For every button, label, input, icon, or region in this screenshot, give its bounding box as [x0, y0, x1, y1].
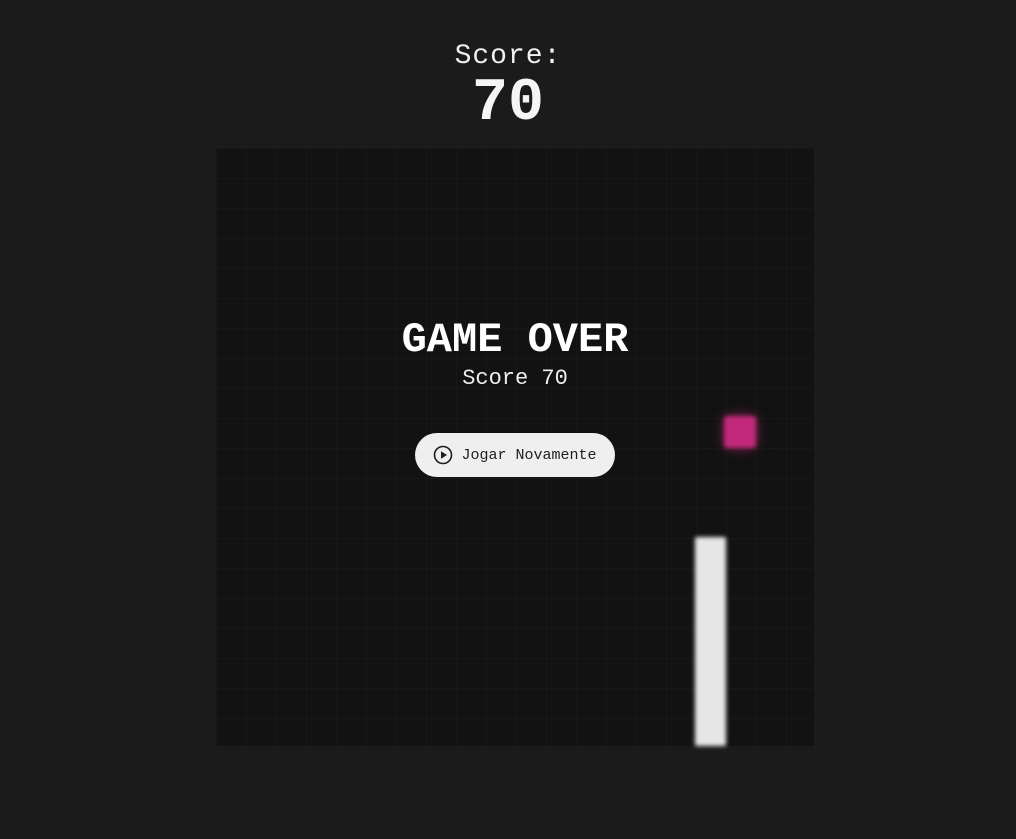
- game-board: GAME OVER Score 70 Jogar Novamente: [216, 148, 814, 746]
- score-label: Score:: [454, 41, 562, 72]
- score-header: Score: 70: [0, 40, 1016, 134]
- score-value: 70: [471, 70, 544, 138]
- play-circle-icon: [433, 445, 453, 465]
- game-over-overlay: GAME OVER Score 70 Jogar Novamente: [216, 148, 814, 746]
- play-again-label: Jogar Novamente: [461, 446, 597, 464]
- game-over-title: GAME OVER: [401, 316, 629, 364]
- play-again-button[interactable]: Jogar Novamente: [415, 433, 615, 477]
- game-over-score: Score 70: [462, 366, 568, 391]
